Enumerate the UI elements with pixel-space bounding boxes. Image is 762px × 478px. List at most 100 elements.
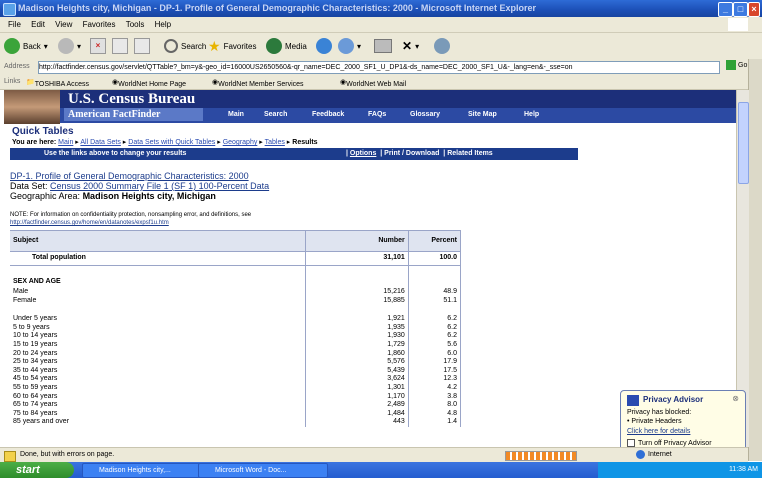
table-section-row: SEX AND AGE bbox=[10, 276, 462, 288]
row-label: 5 to 9 years bbox=[10, 323, 307, 333]
row-label: Female bbox=[10, 296, 307, 306]
nav-feedback[interactable]: Feedback bbox=[312, 111, 344, 118]
nav-site-map[interactable]: Site Map bbox=[468, 111, 497, 118]
link-worldnet-home[interactable]: ◉ WorldNet Home Page bbox=[112, 78, 186, 88]
menu-favorites[interactable]: Favorites bbox=[83, 20, 116, 29]
media-icon bbox=[266, 38, 282, 54]
print-button[interactable] bbox=[374, 37, 392, 55]
row-label: 20 to 24 years bbox=[10, 349, 307, 359]
report-title-link[interactable]: DP-1. Profile of General Demographic Cha… bbox=[10, 171, 249, 181]
privacy-checkbox[interactable]: Turn off Privacy Advisor bbox=[627, 439, 712, 447]
row-percent: 6.2 bbox=[408, 323, 462, 333]
favorites-label: Favorites bbox=[223, 41, 257, 51]
table-row: 75 to 84 years 1,484 4.8 bbox=[10, 409, 462, 419]
american-factfinder-logo[interactable]: American FactFinder bbox=[64, 108, 203, 121]
report-title[interactable]: DP-1. Profile of General Demographic Cha… bbox=[10, 171, 249, 181]
geographic-area-line: Geographic Area: Madison Heights city, M… bbox=[10, 191, 216, 201]
table-row: Under 5 years 1,921 6.2 bbox=[10, 315, 462, 324]
favorites-button[interactable]: ★ Favorites bbox=[208, 37, 256, 55]
stop-icon: × bbox=[90, 38, 106, 54]
start-button[interactable]: start bbox=[0, 462, 74, 478]
nav-main[interactable]: Main bbox=[228, 111, 244, 118]
options-link[interactable]: Options bbox=[350, 150, 376, 157]
breadcrumb-current: Results bbox=[292, 139, 318, 146]
refresh-button[interactable] bbox=[112, 37, 128, 55]
home-button[interactable] bbox=[134, 37, 150, 55]
minimize-button[interactable]: _ bbox=[718, 2, 733, 17]
breadcrumb-geography[interactable]: Geography bbox=[223, 139, 258, 146]
row-percent: 51.1 bbox=[408, 296, 462, 306]
forward-button[interactable]: ▾ bbox=[58, 37, 81, 55]
warning-icon[interactable] bbox=[4, 451, 16, 462]
privacy-details-link[interactable]: Click here for details bbox=[627, 428, 690, 435]
messenger-button[interactable] bbox=[434, 37, 450, 55]
nav-glossary[interactable]: Glossary bbox=[410, 111, 440, 118]
breadcrumb-tables[interactable]: Tables bbox=[265, 139, 285, 146]
instruction-text: Use the links above to change your resul… bbox=[44, 150, 187, 157]
related-items-link[interactable]: Related Items bbox=[447, 150, 493, 157]
nav-search[interactable]: Search bbox=[264, 111, 287, 118]
table-row: 25 to 34 years 5,576 17.9 bbox=[10, 358, 462, 367]
breadcrumb-quick-tables[interactable]: Data Sets with Quick Tables bbox=[128, 139, 215, 146]
breadcrumb-all-data-sets[interactable]: All Data Sets bbox=[80, 139, 120, 146]
ie-icon bbox=[3, 3, 16, 16]
search-button[interactable]: Search bbox=[164, 37, 206, 55]
taskbar-word-window[interactable]: Microsoft Word - Doc... bbox=[198, 463, 328, 478]
address-input[interactable]: http://factfinder.census.gov/servlet/QTT… bbox=[38, 61, 720, 74]
menu-help[interactable]: Help bbox=[155, 20, 171, 29]
row-number: 5,576 bbox=[305, 358, 409, 367]
mail-button[interactable]: ▾ bbox=[338, 37, 361, 55]
table-row: 10 to 14 years 1,930 6.2 bbox=[10, 332, 462, 341]
menu-bar: File Edit View Favorites Tools Help bbox=[0, 17, 762, 33]
link-worldnet-member-services[interactable]: ◉ WorldNet Member Services bbox=[212, 78, 304, 88]
geo-value: Madison Heights city, Michigan bbox=[82, 191, 216, 201]
row-number: 443 bbox=[305, 418, 409, 427]
note-link[interactable]: http://factfinder.census.gov/home/en/dat… bbox=[10, 220, 169, 226]
windows-logo-icon bbox=[728, 18, 748, 31]
table-row: 55 to 59 years 1,301 4.2 bbox=[10, 383, 462, 393]
scrollbar-thumb[interactable] bbox=[738, 102, 749, 184]
go-arrow-icon bbox=[726, 60, 736, 70]
row-percent: 8.0 bbox=[408, 401, 462, 410]
row-percent: 5.6 bbox=[408, 340, 462, 350]
row-percent: 6.0 bbox=[408, 349, 462, 359]
menu-tools[interactable]: Tools bbox=[126, 20, 145, 29]
header-percent: Percent bbox=[408, 230, 462, 252]
toolbar: Back ▾ ▾ × Search ★ Favorites Media ▾ ✕ ▾ bbox=[0, 33, 762, 59]
history-button[interactable] bbox=[316, 37, 332, 55]
print-download-link[interactable]: Print / Download bbox=[384, 150, 439, 157]
stop-button[interactable]: × bbox=[90, 37, 106, 55]
breadcrumb-main[interactable]: Main bbox=[58, 139, 73, 146]
link-toshiba-access[interactable]: 📁 TOSHIBA Access bbox=[26, 78, 89, 88]
profile-table: Subject Number Percent Total population … bbox=[10, 230, 462, 427]
table-spacer bbox=[10, 305, 462, 316]
row-number: 31,101 bbox=[305, 251, 409, 266]
go-button[interactable]: Go bbox=[726, 60, 747, 70]
title-bar: Madison Heights city, Michigan - DP-1. P… bbox=[0, 0, 762, 17]
row-number: 1,484 bbox=[305, 409, 409, 419]
edit-button[interactable]: ✕ ▾ bbox=[402, 37, 419, 55]
media-button[interactable]: Media bbox=[266, 37, 307, 55]
link-worldnet-web-mail[interactable]: ◉ WorldNet Web Mail bbox=[340, 78, 406, 88]
nav-faqs[interactable]: FAQs bbox=[368, 111, 386, 118]
menu-edit[interactable]: Edit bbox=[31, 20, 45, 29]
maximize-button[interactable]: □ bbox=[733, 2, 748, 17]
menu-view[interactable]: View bbox=[55, 20, 72, 29]
row-number: 1,930 bbox=[305, 332, 409, 341]
row-number: 1,170 bbox=[305, 392, 409, 402]
menu-file[interactable]: File bbox=[8, 20, 21, 29]
row-percent: 6.2 bbox=[408, 315, 462, 324]
close-button[interactable]: × bbox=[748, 2, 760, 17]
note-text: NOTE: For information on confidentiality… bbox=[10, 212, 252, 218]
row-label: 15 to 19 years bbox=[10, 340, 307, 350]
dataset-link[interactable]: Census 2000 Summary File 1 (SF 1) 100-Pe… bbox=[50, 181, 269, 191]
table-row: 5 to 9 years 1,935 6.2 bbox=[10, 323, 462, 333]
close-icon[interactable]: ⊗ bbox=[732, 394, 739, 403]
taskbar-ie-window[interactable]: Madison Heights city,... bbox=[82, 463, 210, 478]
row-label: 60 to 64 years bbox=[10, 392, 307, 402]
print-icon bbox=[374, 39, 392, 53]
security-zone: Internet bbox=[636, 450, 672, 459]
nav-help[interactable]: Help bbox=[524, 111, 539, 118]
back-button[interactable]: Back ▾ bbox=[4, 37, 48, 55]
checkbox-box[interactable] bbox=[627, 439, 635, 447]
